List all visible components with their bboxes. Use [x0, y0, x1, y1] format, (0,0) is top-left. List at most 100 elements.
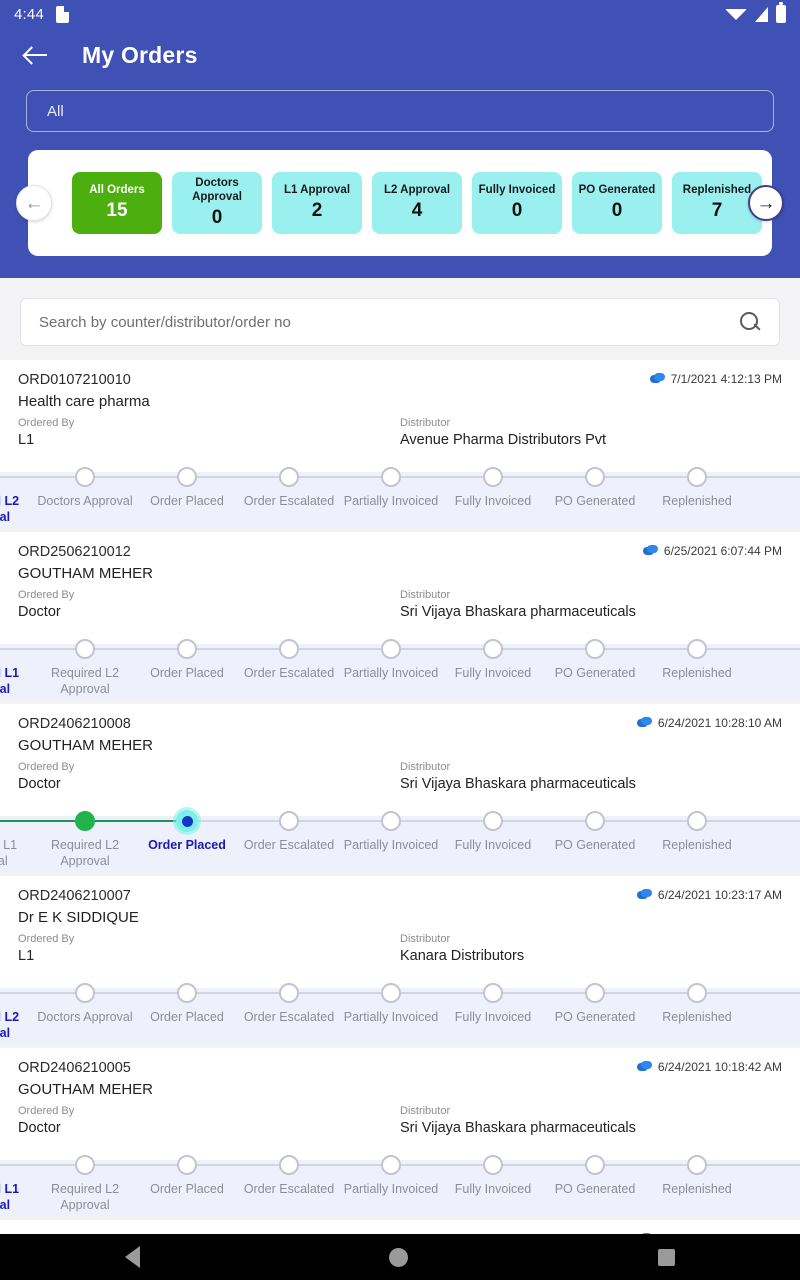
order-card[interactable]: ORD0107210010 7/1/2021 4:12:13 PM Health c… [0, 360, 800, 528]
distributor-label: Distributor [400, 417, 451, 429]
chips-prev-button[interactable]: ← [16, 185, 52, 221]
stepper-node[interactable] [75, 1155, 95, 1175]
stepper-node[interactable] [483, 1155, 503, 1175]
order-meta-row: Ordered By Doctor Distributor Sri Vijaya Bh… [18, 589, 782, 620]
ordered-by-block: Ordered By Doctor [18, 589, 400, 620]
order-date: 6/25/2021 6:07:44 PM [663, 544, 782, 558]
stepper-node[interactable] [687, 467, 707, 487]
search-input[interactable] [39, 313, 739, 331]
stepper-node[interactable] [483, 811, 503, 831]
order-date: 6/24/2021 10:18:42 AM [657, 1060, 782, 1074]
stepper-node[interactable] [585, 811, 605, 831]
chip-all-orders[interactable]: All Orders 15 [72, 172, 162, 234]
stepper-node[interactable] [177, 467, 197, 487]
stepper-step-label: Replenished [662, 838, 732, 852]
signal-icon [755, 6, 768, 22]
stepper-node[interactable] [279, 467, 299, 487]
stepper-node[interactable] [687, 639, 707, 659]
distributor-block: Distributor Sri Vijaya Bhaskara pharmaceu… [400, 1105, 782, 1136]
chat-icon[interactable] [642, 544, 658, 558]
stepper-node[interactable] [483, 467, 503, 487]
stepper-step-label: Order Escalated [243, 1182, 335, 1196]
chip-l2-approval[interactable]: L2 Approval 4 [372, 172, 462, 234]
order-number: ORD2406210007 [18, 888, 131, 904]
search-icon[interactable] [739, 311, 761, 333]
stepper-step-label: Order Escalated [243, 1010, 335, 1024]
stepper-node[interactable] [687, 811, 707, 831]
stepper-step-label: Replenished [662, 666, 732, 680]
order-number: ORD2506210012 [18, 544, 131, 560]
nav-home-icon[interactable] [389, 1247, 409, 1267]
status-bar: 4:44 [0, 0, 800, 28]
order-progress-stepper: Required L2 Approval Doctors Approval Orde… [0, 970, 800, 1044]
stepper-node[interactable] [176, 810, 198, 832]
stepper-step-label: Order Placed [150, 1182, 224, 1196]
stepper-node[interactable] [75, 639, 95, 659]
order-card[interactable]: ORD2406210008 6/24/2021 10:28:10 AM GOUTHA… [0, 704, 800, 872]
stepper-step-label: Fully Invoiced [454, 1182, 532, 1196]
chip-label: L2 Approval [383, 183, 451, 196]
order-card[interactable]: ORD2506210012 6/25/2021 6:07:44 PM GOUTHAM… [0, 532, 800, 700]
order-card[interactable]: ORD2406210007 6/24/2021 10:23:17 AM Dr E K… [0, 876, 800, 1044]
back-arrow-icon[interactable] [20, 38, 54, 72]
stepper-node[interactable] [687, 983, 707, 1003]
chat-icon[interactable] [649, 372, 665, 386]
order-date: 6/24/2021 10:23:17 AM [657, 888, 782, 902]
stepper-node[interactable] [75, 467, 95, 487]
order-card-header: ORD2406210007 6/24/2021 10:23:17 AM [18, 888, 782, 904]
chip-po-generated[interactable]: PO Generated 0 [572, 172, 662, 234]
order-meta-right: 6/24/2021 10:18:42 AM [636, 1060, 782, 1074]
stepper-node[interactable] [381, 1155, 401, 1175]
stepper-node[interactable] [279, 639, 299, 659]
stepper-node[interactable] [585, 639, 605, 659]
stepper-step-label: Required L2 Approval [0, 1010, 20, 1040]
status-filter-dropdown[interactable]: All [26, 90, 774, 132]
distributor-label: Distributor [400, 933, 451, 945]
order-card[interactable]: ORD2406210005 6/24/2021 10:18:42 AM GOUTHA… [0, 1048, 800, 1216]
stepper-node[interactable] [585, 467, 605, 487]
search-bar[interactable] [20, 298, 780, 346]
nav-recents-icon[interactable] [658, 1248, 676, 1266]
stepper-node[interactable] [381, 811, 401, 831]
chat-icon[interactable] [636, 716, 652, 730]
stepper-node[interactable] [177, 639, 197, 659]
wifi-icon [725, 8, 747, 20]
order-progress-stepper: Required L1 Approval Required L2 Approval… [0, 1142, 800, 1216]
chat-icon[interactable] [636, 1060, 652, 1074]
nav-back-icon[interactable] [124, 1246, 140, 1268]
stepper-node[interactable] [177, 983, 197, 1003]
order-counter-name: GOUTHAM MEHER [18, 1081, 153, 1098]
distributor-value: Kanara Distributors [400, 948, 525, 964]
chat-icon[interactable] [636, 888, 652, 902]
distributor-block: Distributor Sri Vijaya Bhaskara pharmaceu… [400, 761, 782, 792]
chip-l1-approval[interactable]: L1 Approval 2 [272, 172, 362, 234]
stepper-node[interactable] [75, 811, 95, 831]
chip-label: All Orders [89, 183, 145, 196]
ordered-by-value: L1 [18, 948, 35, 964]
stepper-node[interactable] [381, 639, 401, 659]
distributor-label: Distributor [400, 589, 451, 601]
distributor-value: Sri Vijaya Bhaskara pharmaceuticals [400, 604, 636, 620]
stepper-node[interactable] [279, 811, 299, 831]
ordered-by-label: Ordered By [18, 589, 75, 601]
chip-doctors-approval[interactable]: Doctors Approval 0 [172, 172, 262, 234]
stepper-node[interactable] [177, 1155, 197, 1175]
stepper-node[interactable] [585, 983, 605, 1003]
stepper-node[interactable] [279, 983, 299, 1003]
stepper-node[interactable] [687, 1155, 707, 1175]
chip-fully-invoiced[interactable]: Fully Invoiced 0 [472, 172, 562, 234]
order-meta-right: 7/1/2021 4:12:13 PM [649, 372, 782, 386]
stepper-node[interactable] [483, 983, 503, 1003]
stepper-node[interactable] [585, 1155, 605, 1175]
ordered-by-block: Ordered By L1 [18, 417, 400, 448]
stepper-node[interactable] [381, 983, 401, 1003]
stepper-step-label: Fully Invoiced [454, 838, 532, 852]
stepper-node[interactable] [75, 983, 95, 1003]
stepper-node[interactable] [483, 639, 503, 659]
stepper-node[interactable] [381, 467, 401, 487]
status-clock: 4:44 [14, 5, 44, 23]
chips-next-button[interactable]: → [748, 185, 784, 221]
distributor-block: Distributor Kanara Distributors [400, 933, 782, 964]
order-progress-stepper: Required L1 Approval Required L2 Approval… [0, 798, 800, 872]
stepper-node[interactable] [279, 1155, 299, 1175]
